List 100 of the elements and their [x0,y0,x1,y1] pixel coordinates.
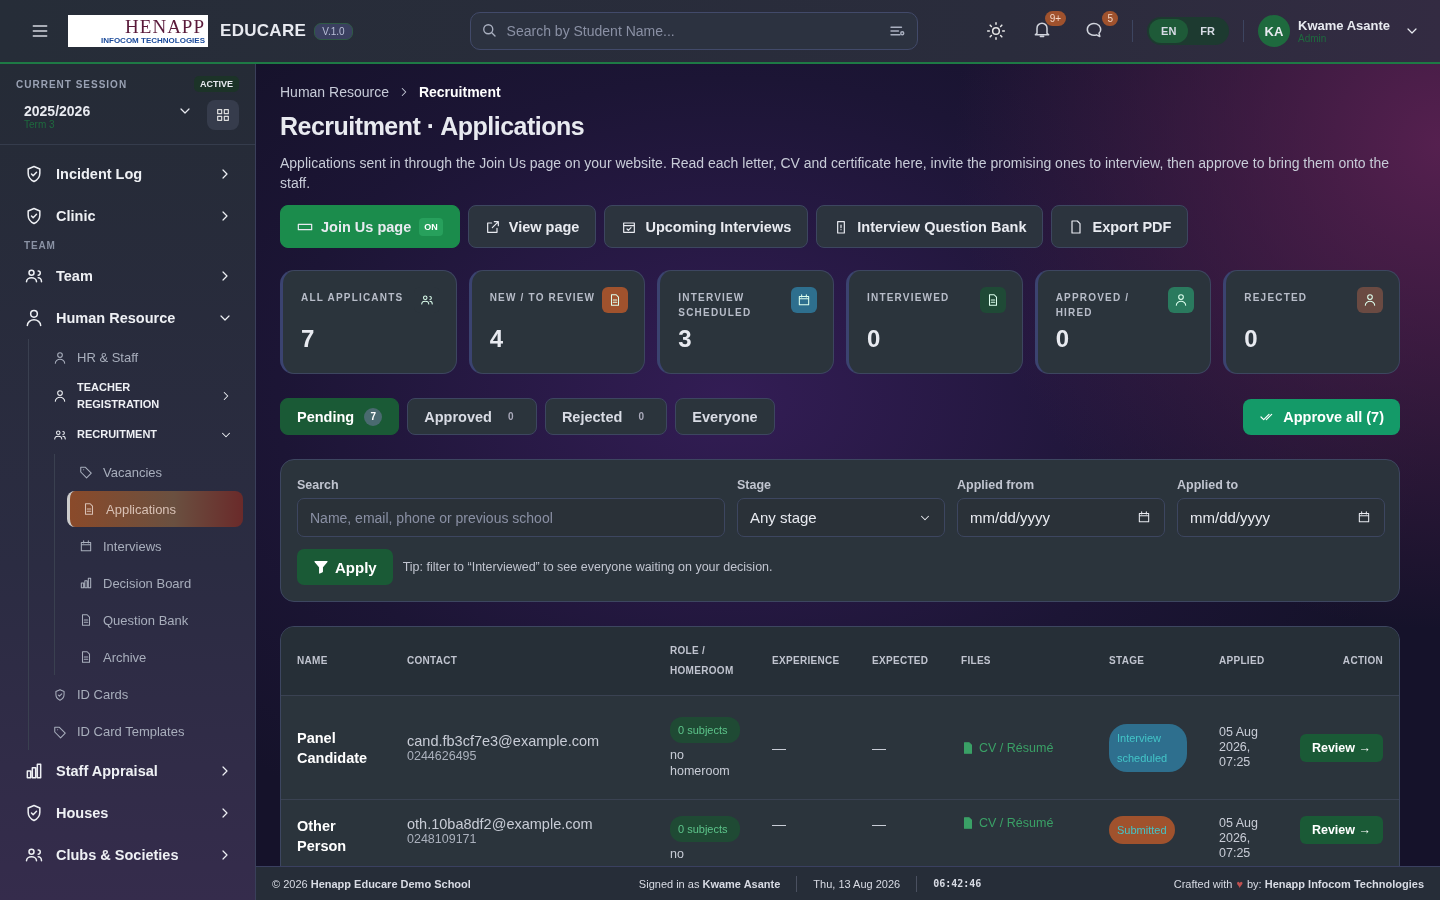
credit-text: by: Henapp Infocom Technologies [1246,877,1424,890]
nav-icon [53,724,67,739]
review-button[interactable]: Review → [1299,733,1383,762]
nav-item[interactable]: Archive [67,639,243,675]
breadcrumb-item[interactable]: Human Resource [280,84,389,100]
logo: HENAPP INFOCOM TECHNOLOGIES [68,15,208,47]
language-option[interactable]: FR [1188,19,1227,43]
applicant-name: Other Person [297,817,348,856]
crafted-text: Crafted with [1173,877,1233,890]
nav-icon [24,761,44,781]
nav-item[interactable]: Applications [67,491,243,527]
table-cell-text: — [772,816,787,832]
calendar-icon[interactable] [1357,510,1371,524]
calendar-icon[interactable] [1137,510,1151,524]
homeroom-text: no [670,846,685,862]
copyright-text: © 2026 Henapp Educare Demo School [272,877,471,890]
stat-value: 7 [301,325,316,353]
search-field[interactable]: Search by Student Name... [469,12,918,50]
grid-button[interactable] [207,100,239,130]
nav-item[interactable]: Human Resource [0,297,255,339]
session-year: 2025/2026 [24,102,92,119]
column-header: NAME [297,655,328,666]
stat-glyph-icon [797,293,811,307]
session-label: CURRENT SESSION [16,78,128,90]
column-header: STAGE [1109,655,1145,666]
column-header: EXPECTED [872,655,929,666]
action-button[interactable]: Join Us page ON [280,205,460,248]
field-label: Applied from [957,478,1036,492]
nav-item[interactable]: ID Cards [29,676,255,713]
nav-icon [79,613,93,627]
column-header: APPLIED [1219,655,1265,666]
subjects-pill: 0 subjects [670,716,740,743]
stat-value: 0 [1244,325,1259,353]
filter-tab[interactable]: Rejected 0 [544,398,668,435]
homeroom-text: no homeroom [670,746,731,779]
nav-item[interactable]: Decision Board [67,565,243,601]
stat-value: 4 [489,325,504,353]
stage-dropdown[interactable]: Any stage [737,498,945,537]
search-field[interactable]: Name, email, phone or previous school [297,498,725,537]
nav-icon [24,164,44,184]
date-field[interactable]: mm/dd/yyyy [1177,498,1385,537]
breadcrumb-item: Recruitment [418,84,501,100]
column-header: ROLE / HOMEROOM [670,645,734,676]
applicant-phone: 0248109171 [407,832,478,846]
approve-all-button[interactable]: Approve all (7) [1243,398,1400,435]
nav-item[interactable]: TEACHER REGISTRATION [29,376,255,416]
field-label: Stage [737,478,773,492]
date-field[interactable]: mm/dd/yyyy [957,498,1165,537]
nav-icon [79,576,93,590]
nav-item[interactable]: HR & Staff [29,339,255,376]
stat-label: INTERVIEWED [867,291,950,305]
action-button[interactable]: Upcoming Interviews [604,205,809,248]
nav-item[interactable]: Clinic [0,195,255,237]
nav-item[interactable]: Question Bank [67,602,243,638]
table-cell-text: — [772,739,787,756]
nav-icon [53,427,67,442]
column-header: ACTION [1342,655,1383,666]
stage-badge: Submitted [1109,816,1175,844]
apply-button[interactable]: Apply [297,549,393,585]
stat-glyph-icon [1174,293,1189,307]
filter-tab[interactable]: Everyone [675,398,775,435]
nav-item[interactable]: Interviews [67,528,243,564]
applicant-email: cand.fb3cf7e3@example.com [407,732,601,749]
nav-icon [82,502,96,516]
nav-item[interactable]: Incident Log [0,153,255,195]
user-avatar[interactable]: KA [1258,15,1290,47]
field-label: Applied to [1177,478,1240,492]
nav-item[interactable]: Houses [0,792,255,834]
table-cell-text: — [872,816,887,832]
language-option[interactable]: EN [1149,19,1189,43]
stat-glyph-icon [1363,293,1377,307]
stat-glyph-icon [419,293,434,307]
stat-label: APPROVED / HIRED [1055,291,1131,320]
nav-item[interactable]: RECRUITMENT [29,416,255,453]
action-button[interactable]: Interview Question Bank [816,205,1044,248]
date-text: Thu, 13 Aug 2026 [813,877,901,890]
nav-icon [24,266,44,286]
filter-tab[interactable]: Pending 7 [280,398,400,435]
nav-icon [79,465,93,479]
review-button[interactable]: Review → [1299,816,1383,844]
signed-in-text: Signed in as Kwame Asante [638,877,781,890]
page-title: Recruitment · Applications [280,112,586,141]
action-button[interactable]: View page [467,205,597,248]
external-link-icon [484,218,501,235]
nav-icon [79,650,93,664]
applicant-phone: 0244626495 [407,748,477,763]
tip-text: Tip: filter to “Interviewed” to see everyone waiting on your decision. [402,560,773,574]
nav-item[interactable]: Staff Appraisal [0,750,255,792]
cv-link[interactable]: CV / Résumé [961,816,1077,830]
theme-icon[interactable] [986,21,1007,41]
nav-item[interactable]: ID Card Templates [29,713,255,750]
nav-item[interactable]: Team [0,255,255,297]
nav-item[interactable]: Vacancies [67,454,243,490]
nav-item[interactable]: Clubs & Societies [0,834,255,876]
funnel-icon [313,559,329,575]
filter-tab[interactable]: Approved 0 [407,398,537,435]
action-button[interactable]: Export PDF [1051,205,1189,248]
cv-link[interactable]: CV / Résumé [961,740,1077,755]
nav-icon [24,308,44,328]
document-icon [961,740,975,755]
